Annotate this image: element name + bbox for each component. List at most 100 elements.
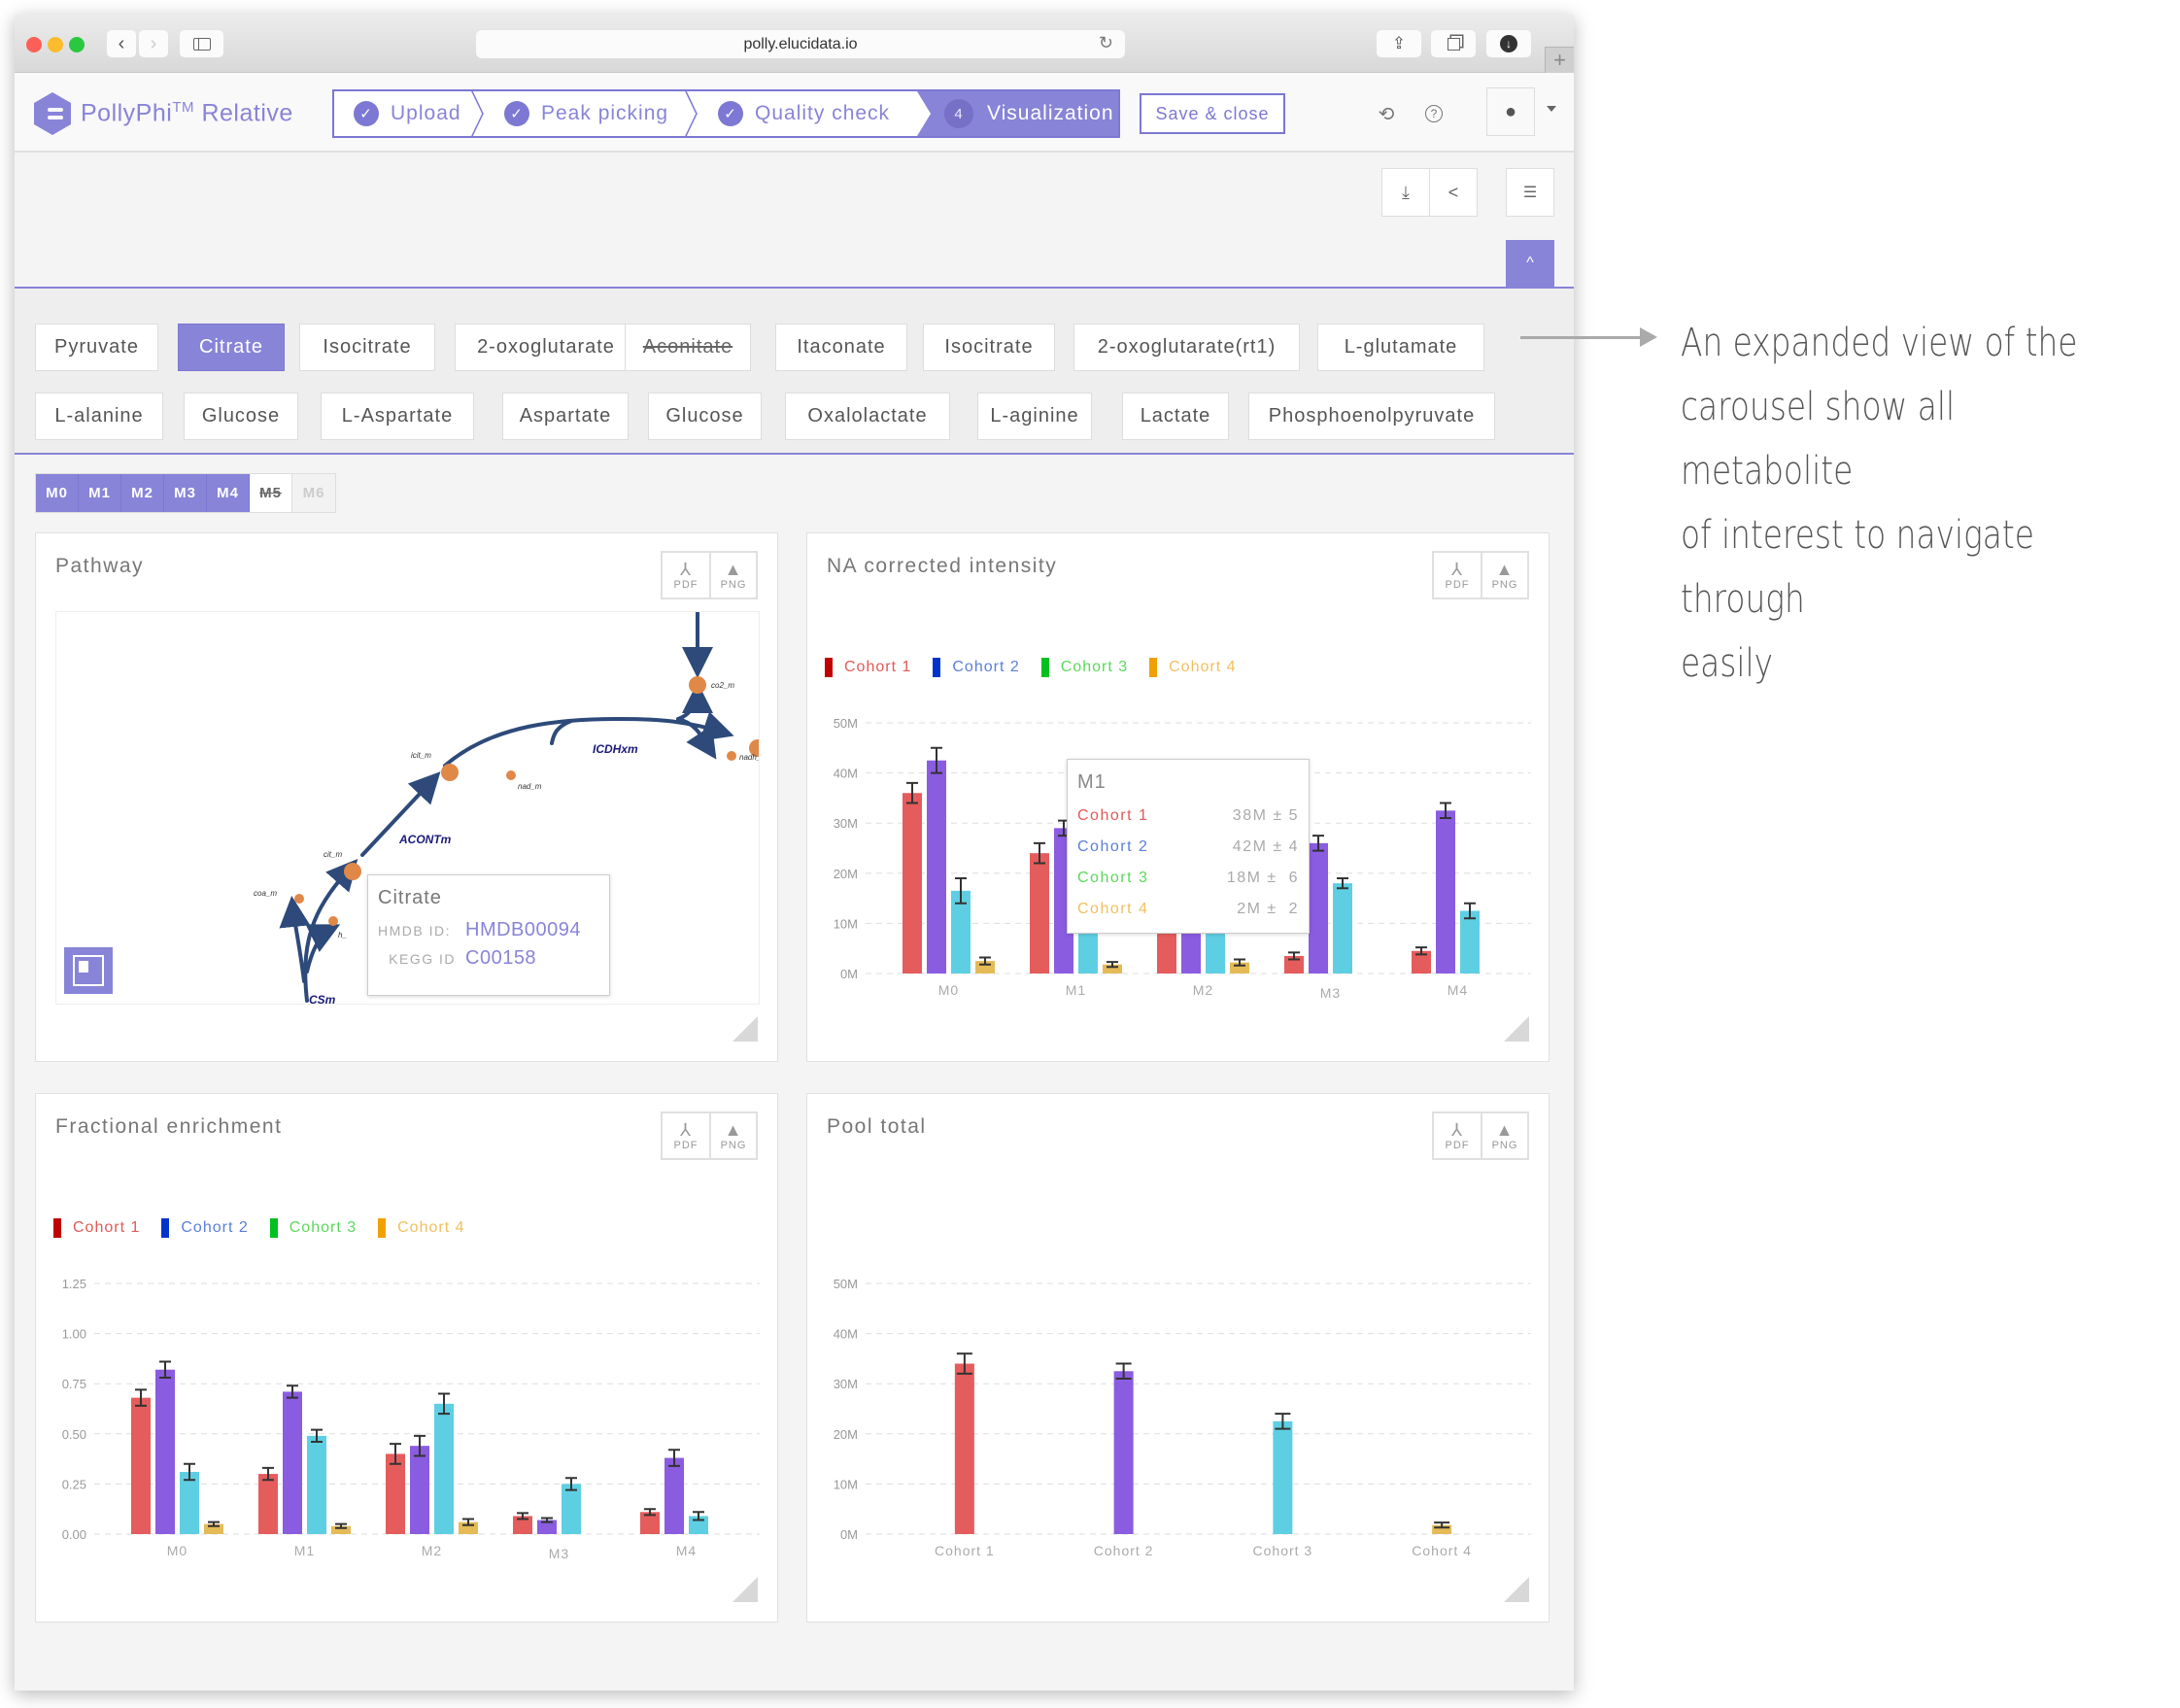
- metabolite-chip[interactable]: 2-oxoglutarate: [455, 324, 637, 371]
- metabolite-chip[interactable]: Isocitrate: [299, 324, 435, 371]
- export-pdf-button[interactable]: ⅄ PDF: [1434, 553, 1481, 598]
- isotope-toggle-m3[interactable]: M3: [164, 474, 207, 512]
- legend-item[interactable]: Cohort 3: [1040, 658, 1128, 677]
- bar-cohort-2-m0[interactable]: [927, 760, 946, 974]
- isotope-toggle-m1[interactable]: M1: [79, 474, 121, 512]
- metabolite-chip[interactable]: 2-oxoglutarate(rt1): [1073, 324, 1300, 371]
- metabolite-chip[interactable]: L-Aspartate: [321, 393, 474, 440]
- filter-button[interactable]: ☰: [1506, 168, 1554, 217]
- metabolite-chip[interactable]: Oxalolactate: [785, 393, 950, 440]
- resize-handle[interactable]: [732, 1577, 758, 1602]
- metabolite-chip[interactable]: L-alanine: [35, 393, 163, 440]
- bar-cohort-2[interactable]: [1113, 1371, 1134, 1534]
- share-page-button[interactable]: ⇪: [1377, 30, 1421, 57]
- isotope-toggle-m0[interactable]: M0: [36, 474, 79, 512]
- kegg-value[interactable]: C00158: [465, 947, 536, 970]
- legend-item[interactable]: Cohort 1: [825, 658, 911, 677]
- bar-cohort-3-m3[interactable]: [562, 1484, 581, 1534]
- legend-item[interactable]: Cohort 1: [53, 1218, 140, 1238]
- legend-item[interactable]: Cohort 2: [161, 1218, 248, 1238]
- step-quality-check[interactable]: ✓ Quality check: [698, 91, 917, 136]
- pathway-map[interactable]: co2_m icit_m nad_m nadh_ cit_m coa_m h_ …: [55, 611, 760, 1005]
- save-and-close-button[interactable]: Save & close: [1140, 93, 1285, 134]
- export-pdf-button[interactable]: ⅄ PDF: [1434, 1113, 1481, 1158]
- bar-cohort-1[interactable]: [954, 1363, 974, 1534]
- download-button[interactable]: ⤓: [1381, 168, 1430, 217]
- resize-handle[interactable]: [1504, 1577, 1529, 1602]
- metabolite-chip[interactable]: Isocitrate: [923, 324, 1055, 371]
- bar-cohort-1-m1[interactable]: [258, 1474, 278, 1534]
- step-upload[interactable]: ✓ Upload: [334, 89, 485, 138]
- metabolite-chip[interactable]: L-aginine: [977, 393, 1092, 440]
- metabolite-chip[interactable]: L-glutamate: [1317, 324, 1484, 371]
- node-nadh[interactable]: [727, 751, 736, 761]
- metabolite-chip[interactable]: Aspartate: [502, 393, 629, 440]
- bar-cohort-1-m2[interactable]: [386, 1453, 405, 1534]
- metabolite-chip[interactable]: Glucose: [184, 393, 298, 440]
- legend-item[interactable]: Cohort 2: [933, 658, 1019, 677]
- bar-cohort-3-m2[interactable]: [434, 1403, 454, 1534]
- minimize-window-button[interactable]: [48, 37, 63, 52]
- reload-icon[interactable]: ↻: [1099, 33, 1113, 53]
- bar-cohort-2-m4[interactable]: [1436, 810, 1455, 974]
- bar-cohort-1-m0[interactable]: [903, 793, 922, 974]
- isotope-toggle-m4[interactable]: M4: [207, 474, 250, 512]
- bar-cohort-3[interactable]: [1273, 1420, 1293, 1534]
- metabolite-chip[interactable]: Glucose: [648, 393, 762, 440]
- metabolite-chip[interactable]: Pyruvate: [35, 324, 158, 371]
- bar-cohort-2-m2[interactable]: [410, 1446, 429, 1534]
- minimap-button[interactable]: [64, 947, 113, 994]
- forward-button[interactable]: ›: [139, 30, 168, 57]
- node-co2[interactable]: [689, 676, 706, 694]
- metabolite-chip[interactable]: Citrate: [178, 324, 285, 371]
- bar-cohort-3-m3[interactable]: [1333, 883, 1352, 974]
- export-png-button[interactable]: ▲ PNG: [709, 1113, 756, 1158]
- isotope-toggle-m5[interactable]: M5: [250, 474, 292, 512]
- step-peak-picking[interactable]: ✓ Peak picking: [485, 89, 698, 138]
- node-icit[interactable]: [441, 764, 459, 781]
- isotope-toggle-m6[interactable]: M6: [292, 474, 335, 512]
- bar-cohort-2-m4[interactable]: [664, 1457, 684, 1534]
- bar-cohort-2-m3[interactable]: [1309, 842, 1328, 974]
- resize-handle[interactable]: [1504, 1016, 1529, 1042]
- history-icon[interactable]: ⟲: [1375, 102, 1398, 125]
- bar-cohort-3-m4[interactable]: [1460, 910, 1480, 974]
- step-visualization[interactable]: 4 Visualization: [917, 91, 1118, 136]
- bar-cohort-2-m0[interactable]: [155, 1369, 175, 1534]
- maximize-window-button[interactable]: [69, 37, 85, 52]
- resize-handle[interactable]: [732, 1016, 758, 1042]
- downloads-button[interactable]: ↓: [1486, 30, 1531, 57]
- collapse-carousel-button[interactable]: ^: [1506, 240, 1554, 287]
- metabolite-chip[interactable]: Lactate: [1122, 393, 1229, 440]
- export-pdf-button[interactable]: ⅄ PDF: [663, 1113, 709, 1158]
- node-cit[interactable]: [344, 863, 361, 880]
- export-png-button[interactable]: ▲ PNG: [1481, 1113, 1527, 1158]
- metabolite-chip[interactable]: Itaconate: [775, 324, 907, 371]
- export-png-button[interactable]: ▲ PNG: [709, 553, 756, 598]
- app-logo[interactable]: PollyPhiTM Relative: [34, 92, 293, 135]
- user-menu-button[interactable]: ●: [1486, 87, 1535, 136]
- address-bar[interactable]: polly.elucidata.io ↻: [476, 30, 1125, 58]
- export-pdf-button[interactable]: ⅄ PDF: [663, 553, 709, 598]
- bar-cohort-3-m1[interactable]: [307, 1435, 326, 1534]
- show-tabs-button[interactable]: [1431, 30, 1476, 57]
- bar-cohort-1-m1[interactable]: [1030, 853, 1049, 974]
- help-icon[interactable]: ?: [1422, 102, 1446, 125]
- legend-item[interactable]: Cohort 4: [378, 1218, 464, 1238]
- bar-cohort-2-m1[interactable]: [283, 1391, 302, 1534]
- isotope-toggle-m2[interactable]: M2: [121, 474, 164, 512]
- new-tab-button[interactable]: +: [1545, 47, 1574, 73]
- caret-down-icon[interactable]: [1547, 106, 1556, 112]
- bar-cohort-1-m0[interactable]: [131, 1397, 151, 1534]
- bar-cohort-3-m0[interactable]: [180, 1472, 199, 1534]
- legend-item[interactable]: Cohort 3: [269, 1218, 357, 1238]
- export-png-button[interactable]: ▲ PNG: [1481, 553, 1527, 598]
- back-button[interactable]: ‹: [107, 30, 136, 57]
- node-h[interactable]: [328, 916, 338, 926]
- share-button[interactable]: <: [1429, 168, 1478, 217]
- node-coa[interactable]: [294, 894, 304, 904]
- metabolite-chip[interactable]: Phosphoenolpyruvate: [1248, 393, 1495, 440]
- sidebar-toggle-button[interactable]: [180, 30, 223, 57]
- metabolite-chip[interactable]: Aconitate: [625, 324, 751, 371]
- hmdb-value[interactable]: HMDB00094: [465, 919, 581, 941]
